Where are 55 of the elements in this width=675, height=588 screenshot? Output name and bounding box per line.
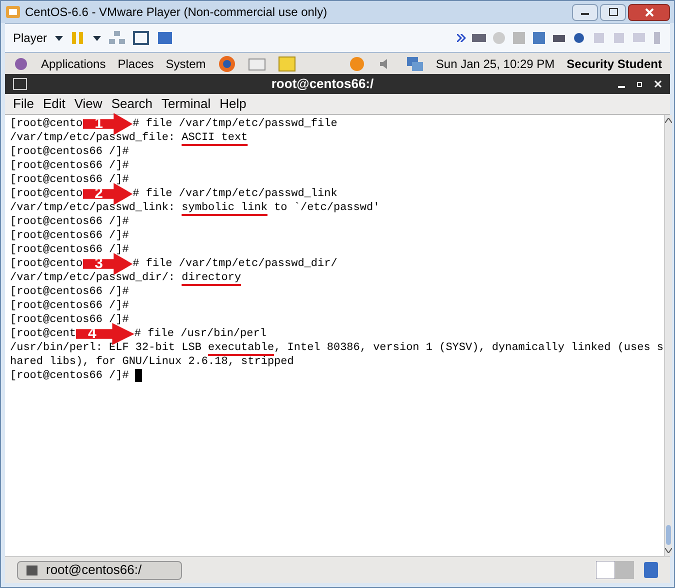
terminal-line: hared libs), for GNU/Linux 2.6.18, stripped <box>10 355 295 369</box>
close-icon <box>644 8 654 16</box>
chevron-icon[interactable] <box>457 34 466 42</box>
workspace-icon[interactable] <box>596 561 634 579</box>
menu-item[interactable]: View <box>74 94 102 114</box>
window-icon[interactable] <box>157 31 174 45</box>
terminal-line: # file /var/tmp/etc/passwd_link <box>132 187 338 201</box>
user-name[interactable]: Security Student <box>566 54 662 72</box>
terminal-line: [root@cent <box>10 327 76 341</box>
menu-item[interactable]: File <box>13 94 34 114</box>
window-title: CentOS-6.6 - VMware Player (Non-commercial use only) <box>25 4 328 21</box>
terminal-line: [root@centos66 /]# <box>10 215 130 229</box>
terminal-line: [root@centos66 /]# <box>10 369 130 383</box>
scroll-thumb[interactable] <box>666 525 671 545</box>
menu-item[interactable]: Help <box>220 94 246 114</box>
taskbar-button[interactable]: root@centos66:/ <box>17 560 182 580</box>
panel-menu[interactable]: Applications <box>41 54 106 72</box>
close-button[interactable] <box>628 4 670 20</box>
minimize-button[interactable] <box>572 4 598 20</box>
terminal-line: # file /var/tmp/etc/passwd_file <box>132 117 338 131</box>
network-icon[interactable] <box>406 56 424 72</box>
panel-menu[interactable]: System <box>166 54 206 72</box>
maximize-button[interactable] <box>600 4 626 20</box>
fullscreen-icon[interactable] <box>133 31 150 45</box>
panel-menu[interactable]: Places <box>118 54 154 72</box>
terminal-line: [root@centos66 /]# <box>10 229 130 243</box>
maximize-icon[interactable] <box>637 82 642 86</box>
terminal-line: [root@centos66 /]# <box>10 145 130 159</box>
caret-icon <box>93 36 102 40</box>
terminal-line: [root@cento <box>10 117 83 131</box>
close-icon[interactable] <box>654 80 662 88</box>
caret-icon <box>55 36 64 40</box>
scrollbar[interactable] <box>664 115 672 556</box>
terminal-line: # file /var/tmp/etc/passwd_dir/ <box>132 257 338 271</box>
terminal-line: [root@centos66 /]# <box>10 285 130 299</box>
app-icon <box>5 4 21 20</box>
clock[interactable]: Sun Jan 25, 10:29 PM <box>436 54 555 72</box>
terminal-line: # file /usr/bin/perl <box>134 327 266 341</box>
terminal-icon <box>13 78 27 90</box>
terminal-line: [root@centos66 /]# <box>10 299 130 313</box>
terminal-icon <box>26 564 38 576</box>
text-cursor <box>135 369 142 382</box>
terminal-line: [root@cento <box>10 257 83 271</box>
terminal-title: root@centos66:/ <box>270 75 375 94</box>
menu-item[interactable]: Terminal <box>162 94 211 114</box>
scroll-up-icon[interactable] <box>664 118 672 123</box>
maximize-icon <box>608 8 618 16</box>
pause-icon[interactable] <box>71 31 86 45</box>
terminal-line: [root@centos66 /]# <box>10 159 130 173</box>
menu-item[interactable]: Edit <box>42 94 66 114</box>
scroll-down-icon[interactable] <box>664 548 672 553</box>
menu-item[interactable]: Search <box>111 94 153 114</box>
network-icon[interactable] <box>109 31 126 45</box>
player-menu[interactable]: Player <box>13 29 48 47</box>
terminal-line: [root@cento <box>10 187 83 201</box>
